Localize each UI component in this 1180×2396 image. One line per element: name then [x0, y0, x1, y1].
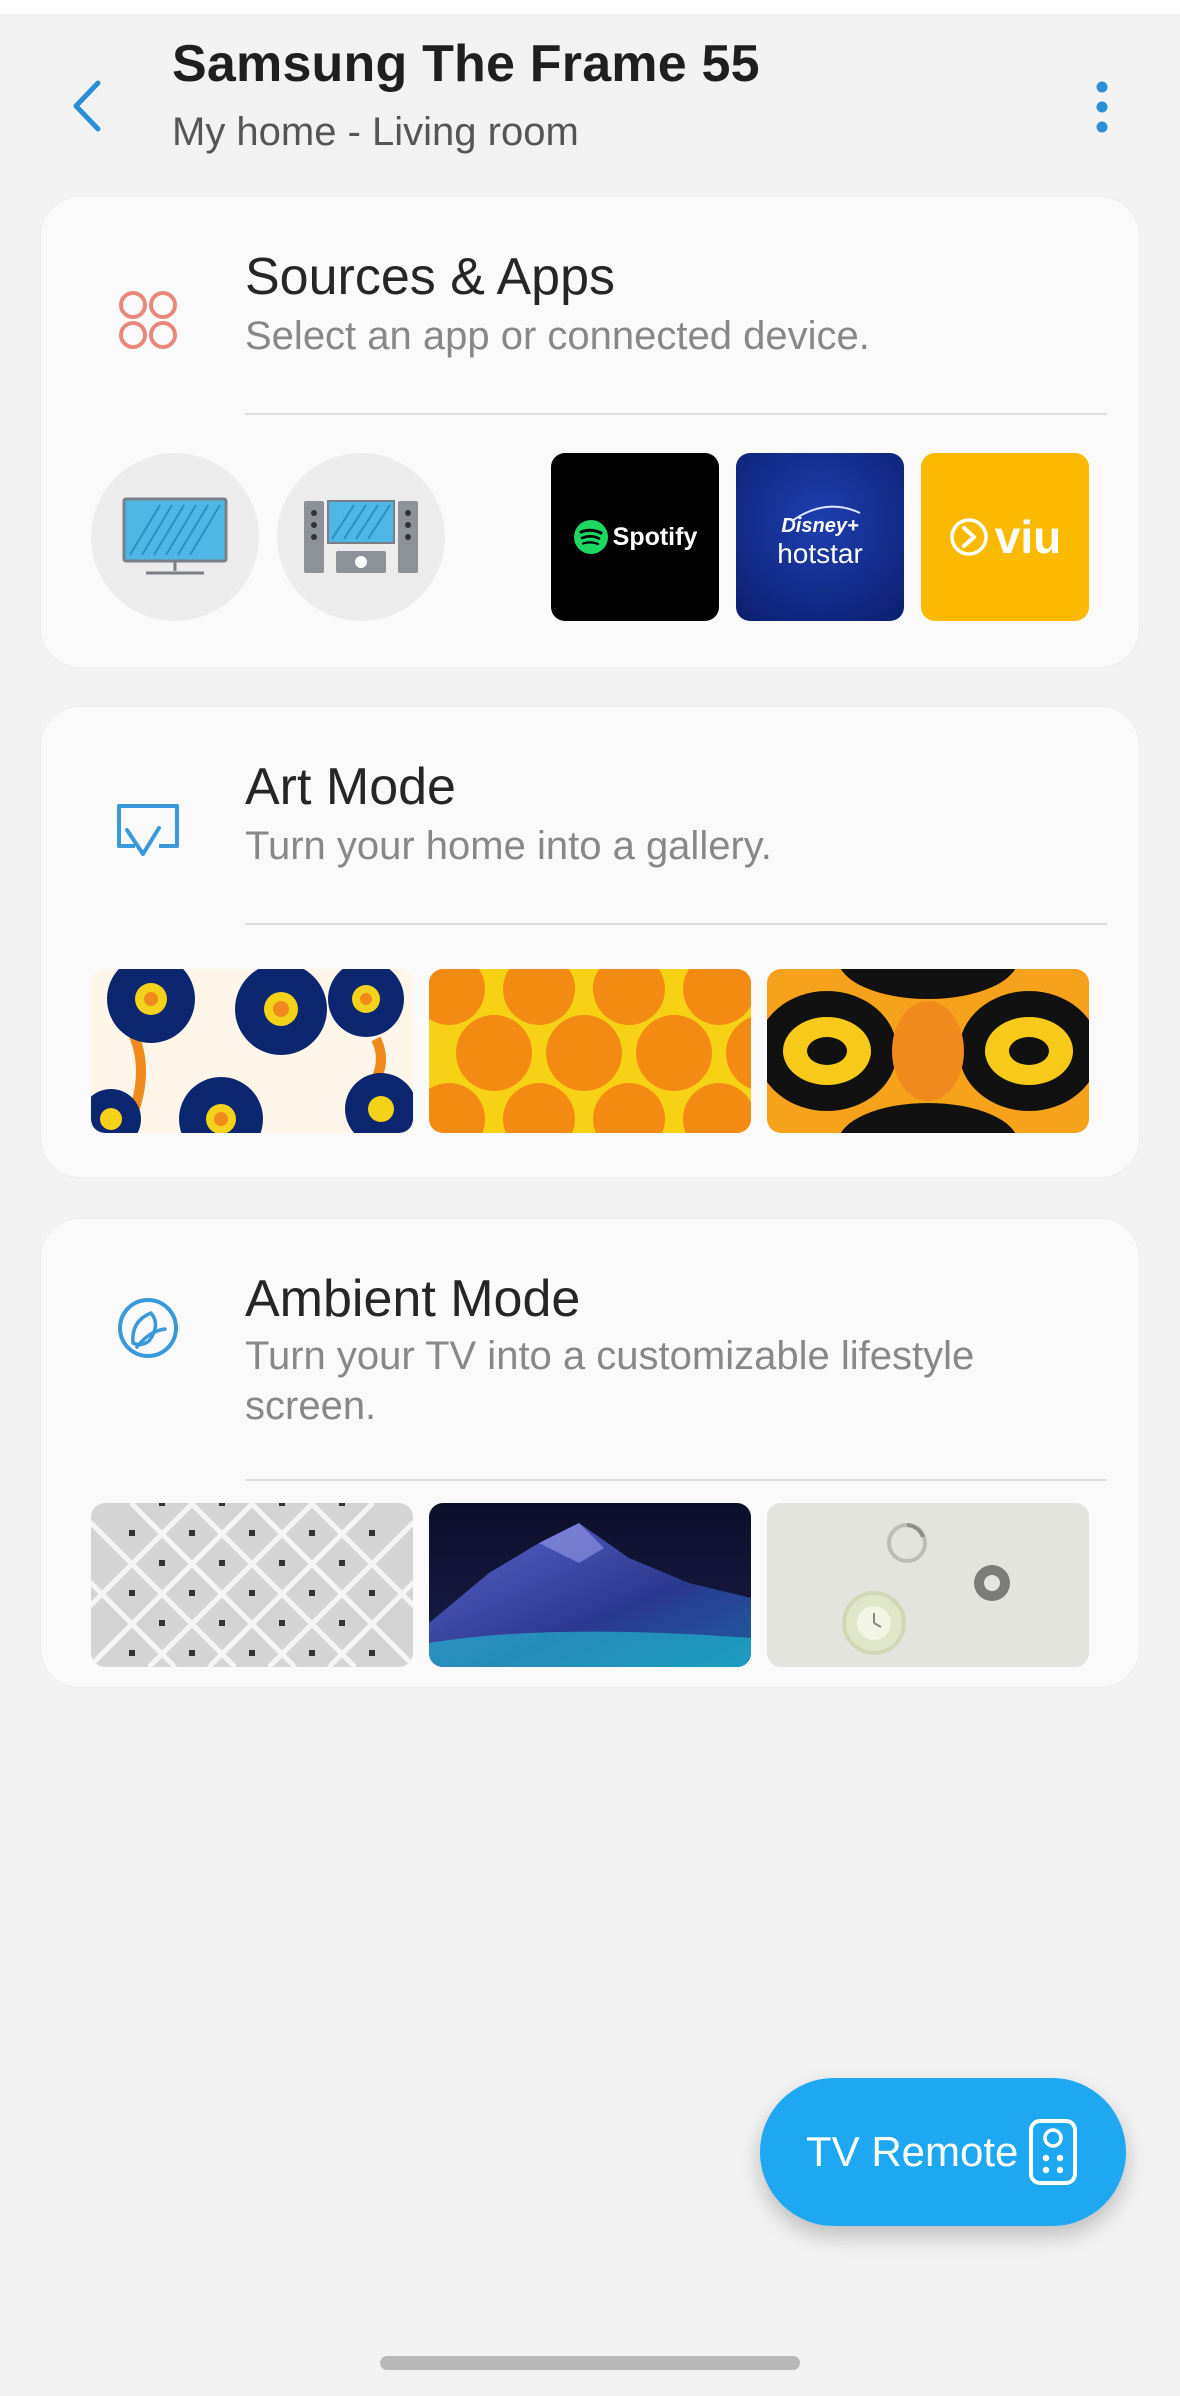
art-thumb-orange-circles[interactable] — [429, 969, 751, 1133]
spotify-logo-icon — [573, 520, 608, 554]
home-theater-icon — [304, 500, 418, 573]
ambient-mode-card[interactable]: Ambient Mode Turn your TV into a customi… — [40, 1218, 1140, 1688]
tv-remote-label: TV Remote — [806, 2128, 1019, 2175]
more-options-button[interactable] — [1082, 72, 1122, 142]
home-indicator[interactable] — [380, 2356, 800, 2370]
ambient-thumb-mountain[interactable] — [429, 1503, 751, 1667]
device-home-theater-button[interactable] — [277, 453, 445, 621]
ambient-mode-description: Turn your TV into a customizable lifesty… — [245, 1334, 975, 1428]
ambient-thumb-pattern[interactable] — [91, 1503, 413, 1667]
sources-apps-card[interactable]: Sources & Apps Select an app or connecte… — [40, 196, 1140, 668]
hotstar-label: hotstar — [777, 537, 863, 569]
app-tile-hotstar[interactable]: Disney+ hotstar — [736, 453, 904, 621]
art-thumb-flowers[interactable] — [91, 969, 413, 1133]
back-arrow-icon — [73, 80, 101, 132]
app-header: Samsung The Frame 55 My home - Living ro… — [0, 14, 1180, 174]
back-button[interactable] — [60, 74, 112, 138]
sources-title: Sources & Apps — [245, 248, 615, 306]
device-tv-button[interactable] — [91, 453, 259, 621]
art-divider — [245, 923, 1107, 925]
status-bar-strip — [0, 0, 1180, 14]
app-tile-spotify[interactable]: Spotify — [551, 453, 719, 621]
art-mode-card[interactable]: Art Mode Turn your home into a gallery. — [40, 706, 1140, 1178]
viu-label: viu — [994, 511, 1062, 563]
more-vertical-icon — [1096, 81, 1108, 133]
art-mode-description: Turn your home into a gallery. — [245, 824, 772, 868]
disney-arc-icon — [791, 505, 861, 522]
remote-control-icon — [1029, 2119, 1077, 2185]
tv-remote-button[interactable]: TV Remote — [760, 2078, 1126, 2226]
spotify-label: Spotify — [612, 522, 698, 551]
ambient-divider — [245, 1479, 1107, 1481]
ambient-mode-title: Ambient Mode — [245, 1270, 581, 1328]
viu-play-icon — [950, 518, 988, 556]
ambient-leaf-icon — [107, 1287, 189, 1369]
art-mode-title: Art Mode — [245, 758, 456, 816]
art-frame-icon — [107, 789, 189, 871]
ambient-thumb-clock[interactable] — [767, 1503, 1089, 1667]
location-subtitle: My home - Living room — [172, 110, 579, 154]
page-title: Samsung The Frame 55 — [172, 35, 760, 93]
app-tile-viu[interactable]: viu — [921, 453, 1089, 621]
apps-grid-icon — [107, 279, 189, 361]
sources-description: Select an app or connected device. — [245, 314, 870, 358]
tv-device-icon — [122, 497, 228, 575]
sources-divider — [245, 413, 1107, 415]
art-thumb-black-ovals[interactable] — [767, 969, 1089, 1133]
